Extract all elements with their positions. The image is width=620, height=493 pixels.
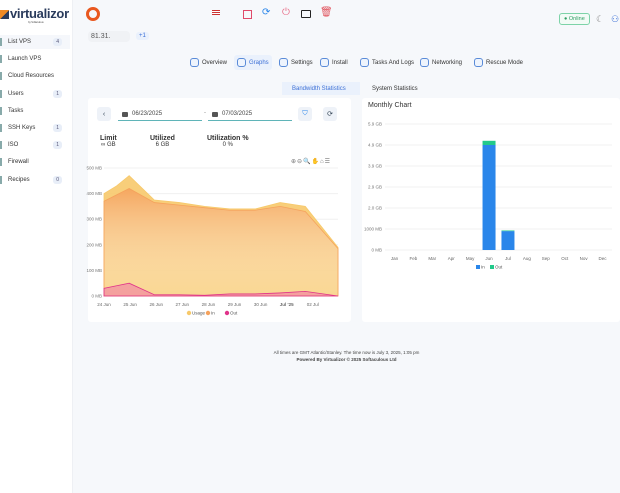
x-tick-label: 02 Jul: [307, 302, 319, 307]
legend-label-out: Out: [495, 265, 503, 270]
x-tick-label: 27 Jun: [176, 302, 190, 307]
legend-marker: [476, 265, 480, 269]
y-tick-label: 200 MB: [86, 242, 102, 247]
footer-powered: Powered By Virtualizor © 2025 Softaculou…: [296, 357, 397, 362]
x-tick-label: Jul: [505, 256, 511, 261]
bar-in-jul: [501, 231, 515, 250]
footer-timezone: All times are GMT Atlantic/Stanley. The …: [273, 350, 420, 355]
x-tick-label: Nov: [580, 256, 589, 261]
x-tick-label: May: [466, 256, 475, 261]
x-tick-label: 30 Jun: [254, 302, 268, 307]
y-tick-label: 5.9 GB: [368, 122, 382, 127]
x-tick-label: Sep: [542, 256, 551, 261]
bar-out-jun: [482, 140, 496, 145]
area-series-in: [103, 188, 339, 297]
y-tick-label: 500 MB: [86, 166, 102, 171]
x-tick-label: 25 Jun: [123, 302, 137, 307]
x-tick-label: Mar: [428, 256, 436, 261]
legend-marker: [205, 310, 211, 316]
legend-marker: [186, 310, 192, 316]
x-tick-label: Apr: [448, 256, 456, 261]
y-tick-label: 1000 MB: [364, 227, 382, 232]
y-tick-label: 100 MB: [86, 268, 102, 273]
x-tick-label: Dec: [599, 256, 608, 261]
y-tick-label: 4.9 GB: [368, 143, 382, 148]
legend-label-out: Out: [230, 311, 238, 316]
y-tick-label: 400 MB: [86, 191, 102, 196]
x-tick-label: Jun: [485, 256, 493, 261]
legend-label-in: In: [211, 311, 215, 316]
x-tick-label: Jan: [391, 256, 399, 261]
x-tick-label: 26 Jun: [149, 302, 163, 307]
y-tick-label: 0 MB: [91, 294, 102, 299]
y-tick-label: 300 MB: [86, 217, 102, 222]
x-tick-label: Jul '25: [280, 302, 294, 307]
x-tick-label: 24 Jun: [97, 302, 111, 307]
x-tick-label: Oct: [561, 256, 569, 261]
y-tick-label: 2.9 GB: [368, 185, 382, 190]
footer: All times are GMT Atlantic/Stanley. The …: [73, 349, 620, 363]
bar-out-jul: [501, 230, 515, 232]
y-tick-label: 3.9 GB: [368, 164, 382, 169]
y-tick-label: 2.0 GB: [368, 206, 382, 211]
x-tick-label: 28 Jun: [202, 302, 216, 307]
bandwidth-area-chart: 0 MB 100 MB 200 MB 300 MB 400 MB 500 MB 24 Jun…: [86, 122, 612, 316]
y-tick-label: 0 MB: [371, 248, 382, 253]
legend-label-in: In: [481, 265, 485, 270]
legend-marker: [224, 310, 230, 316]
x-tick-label: 29 Jun: [228, 302, 242, 307]
legend-label-usage: Usage: [192, 311, 206, 316]
x-tick-label: Aug: [523, 256, 532, 261]
legend-marker: [490, 265, 494, 269]
x-tick-label: Feb: [409, 256, 417, 261]
bar-in-jun: [482, 145, 496, 250]
